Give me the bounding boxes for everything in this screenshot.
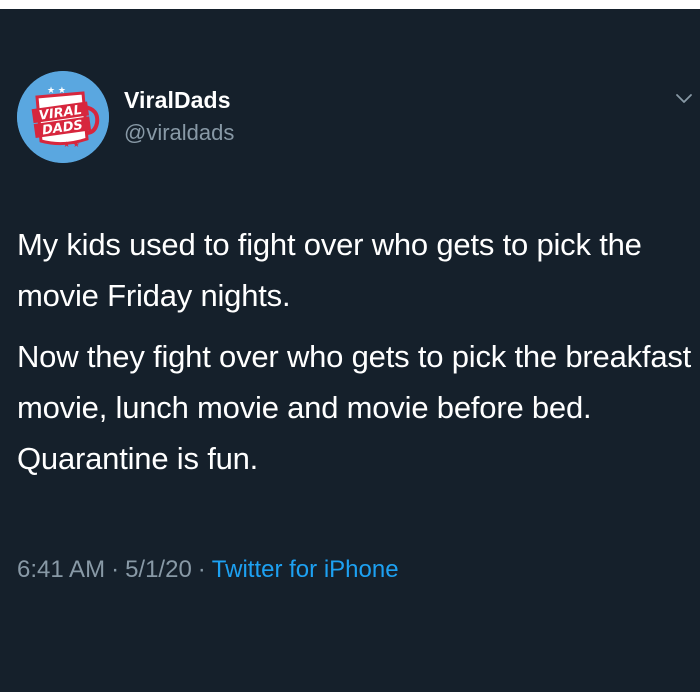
viral-dads-logo-icon: ★ ★ ★ ★ VIRAL DADS bbox=[17, 71, 109, 163]
author-handle[interactable]: @viraldads bbox=[124, 120, 234, 146]
meta-separator: · bbox=[197, 556, 206, 583]
svg-text:★ ★: ★ ★ bbox=[63, 140, 80, 149]
svg-text:★ ★: ★ ★ bbox=[47, 86, 66, 96]
screenshot-frame: ★ ★ ★ ★ VIRAL DADS ViralDads @viraldads … bbox=[0, 0, 700, 700]
tweet-time[interactable]: 6:41 AM bbox=[17, 556, 105, 583]
author-display-name[interactable]: ViralDads bbox=[124, 87, 231, 114]
tweet-text: My kids used to fight over who gets to p… bbox=[17, 219, 692, 484]
avatar[interactable]: ★ ★ ★ ★ VIRAL DADS bbox=[17, 71, 109, 163]
tweet-menu-button[interactable] bbox=[674, 88, 694, 108]
tweet-card: ★ ★ ★ ★ VIRAL DADS ViralDads @viraldads … bbox=[0, 9, 700, 692]
tweet-source-link[interactable]: Twitter for iPhone bbox=[212, 556, 399, 583]
tweet-paragraph: Now they fight over who gets to pick the… bbox=[17, 339, 692, 476]
chevron-down-icon bbox=[676, 94, 692, 103]
meta-separator: · bbox=[111, 556, 120, 583]
tweet-paragraph: My kids used to fight over who gets to p… bbox=[17, 227, 642, 313]
tweet-date[interactable]: 5/1/20 bbox=[125, 556, 192, 583]
tweet-meta: 6:41 AM · 5/1/20 · Twitter for iPhone bbox=[17, 556, 399, 584]
